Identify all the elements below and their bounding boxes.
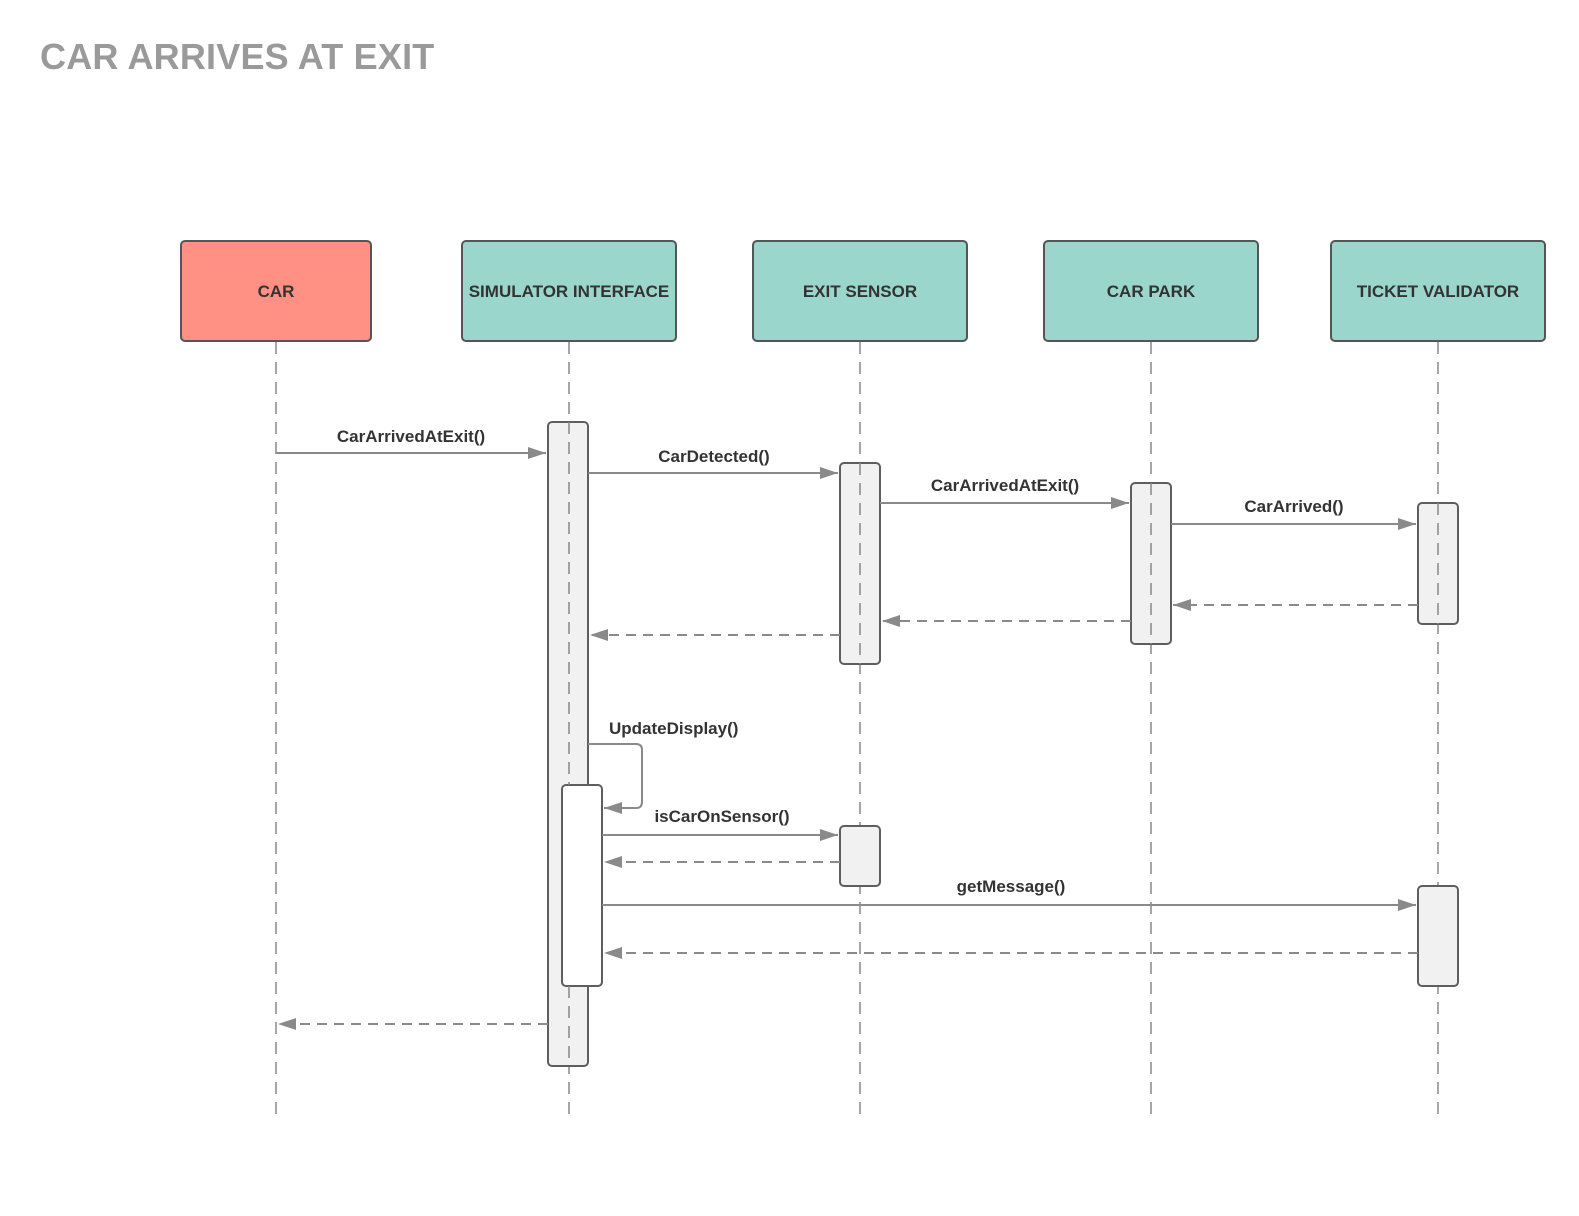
participant-label: TICKET VALIDATOR: [1357, 282, 1519, 301]
message-label-get-message: getMessage(): [957, 877, 1066, 896]
activation-exit-sensor-2: [839, 825, 881, 887]
message-label-car-arrived: CarArrived(): [1244, 497, 1343, 516]
sequence-diagram: CAR SIMULATOR INTERFACE EXIT SENSOR CAR …: [180, 240, 1546, 1120]
activations: [547, 421, 1459, 1067]
participant-label: CAR: [258, 282, 295, 301]
message-label-car-arrived-at-exit-2: CarArrivedAtExit(): [931, 476, 1079, 495]
participants: CAR SIMULATOR INTERFACE EXIT SENSOR CAR …: [180, 240, 1546, 342]
participant-exit-sensor: EXIT SENSOR: [752, 240, 968, 342]
participant-label: EXIT SENSOR: [803, 282, 917, 301]
participant-label: CAR PARK: [1107, 282, 1196, 301]
message-label-update-display: UpdateDisplay(): [609, 719, 738, 738]
participant-car: CAR: [180, 240, 372, 342]
activation-simulator-interface-nested: [561, 784, 603, 987]
lifeline-overlays: [568, 422, 1439, 1066]
message-label-car-detected: CarDetected(): [658, 447, 769, 466]
lifelines: [275, 342, 1439, 1120]
message-label-is-car-on-sensor: isCarOnSensor(): [654, 807, 789, 826]
participant-simulator-interface: SIMULATOR INTERFACE: [461, 240, 677, 342]
participant-label: SIMULATOR INTERFACE: [469, 282, 670, 301]
activation-ticket-validator-2: [1417, 885, 1459, 987]
message-label-car-arrived-at-exit: CarArrivedAtExit(): [337, 427, 485, 446]
participant-ticket-validator: TICKET VALIDATOR: [1330, 240, 1546, 342]
participant-car-park: CAR PARK: [1043, 240, 1259, 342]
